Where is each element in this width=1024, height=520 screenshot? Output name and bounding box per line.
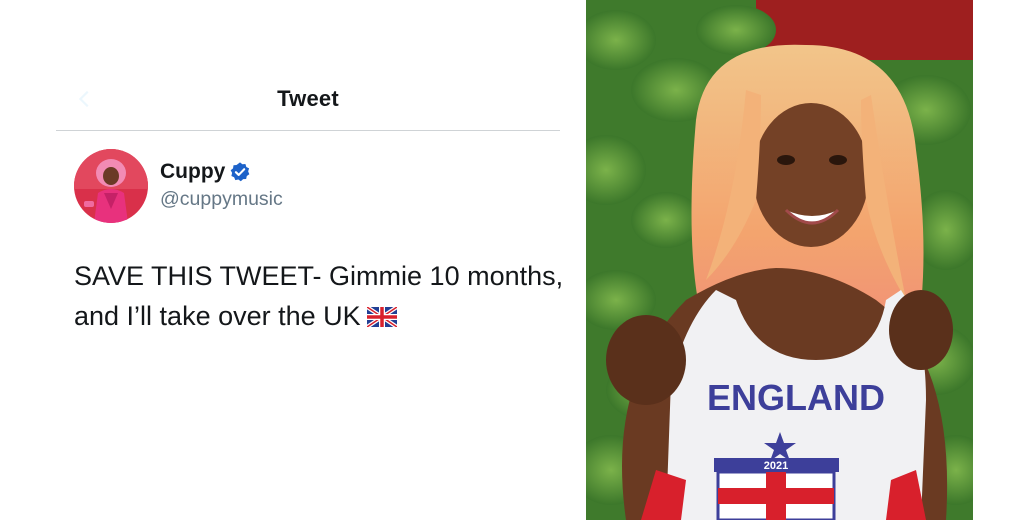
- uk-flag-icon: [366, 307, 397, 327]
- tweet-text: SAVE THIS TWEET- Gimmie 10 months, and I…: [74, 261, 564, 331]
- page-title: Tweet: [277, 86, 339, 111]
- shirt-year: 2021: [764, 460, 788, 472]
- portrait-photo: ENGLAND 2021: [586, 0, 973, 520]
- author-handle[interactable]: @cuppymusic: [160, 188, 283, 211]
- verified-badge-icon: [230, 162, 250, 182]
- tweet-screenshot-panel: Tweet Cuppy @cuppymusic SAVE THIS TWEET-…: [0, 0, 588, 520]
- avatar[interactable]: [74, 149, 148, 223]
- tweet-body: SAVE THIS TWEET- Gimmie 10 months, and I…: [74, 256, 564, 336]
- tweet-header: Tweet: [56, 78, 560, 131]
- right-margin: [973, 0, 1024, 520]
- photo-panel: ENGLAND 2021: [586, 0, 973, 520]
- author-name[interactable]: Cuppy: [160, 160, 225, 184]
- shirt-text: ENGLAND: [707, 377, 885, 418]
